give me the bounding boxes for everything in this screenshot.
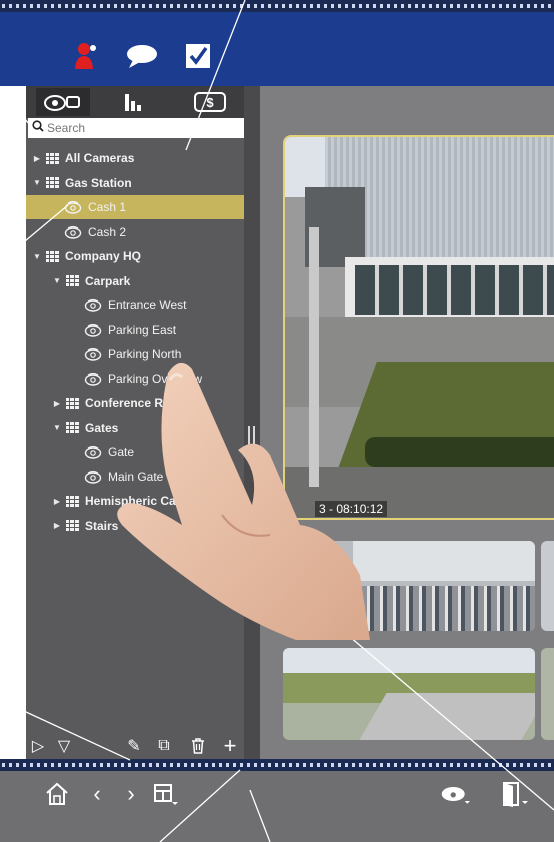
camera-icon xyxy=(84,372,102,386)
expand-button[interactable]: ▽ xyxy=(54,736,74,756)
duplicate-icon[interactable]: ⧉ xyxy=(154,736,174,756)
checkbox-icon[interactable] xyxy=(180,38,216,74)
collapsed-arrow-icon[interactable]: ▶ xyxy=(52,399,62,408)
grid-icon xyxy=(66,397,79,409)
search-input[interactable] xyxy=(47,121,227,135)
dollar-sign-icon[interactable]: $ xyxy=(192,88,228,116)
camera-icon xyxy=(84,323,102,337)
grid-icon xyxy=(66,275,79,286)
trash-icon[interactable] xyxy=(188,736,208,756)
panel-tabs: $ xyxy=(26,86,244,118)
tree-group[interactable]: ▶ Hemispheric Cameras xyxy=(26,489,244,513)
camera-icon xyxy=(64,225,82,239)
tree-group[interactable]: ▼ Gates xyxy=(26,416,244,440)
forward-button[interactable]: › xyxy=(116,779,146,809)
tree-group[interactable]: ▼ Gas Station xyxy=(26,171,244,195)
speech-bubble-icon[interactable] xyxy=(124,38,160,74)
video-thumbnail[interactable] xyxy=(283,541,535,631)
tree-item-label: Main Gate xyxy=(108,469,164,484)
svg-text:$: $ xyxy=(206,95,214,110)
tree-item-label: Parking East xyxy=(108,322,177,337)
tree-camera[interactable]: Gate xyxy=(26,440,244,464)
video-thumbnail[interactable] xyxy=(283,648,535,740)
camera-icon xyxy=(84,298,102,312)
tree-camera[interactable]: Entrance West xyxy=(26,293,244,317)
tree-item-label: Cash 1 xyxy=(88,200,127,214)
tree-group[interactable]: ▶ Stairs xyxy=(26,514,244,538)
grid-icon xyxy=(46,250,59,262)
tree-group[interactable]: ▼ Carpark xyxy=(26,269,244,293)
bottom-toolbar: ‹ › xyxy=(0,771,554,842)
tree-item-label: Parking North xyxy=(108,347,182,361)
bottom-film-strip xyxy=(0,759,554,771)
tree-item-label: Gas Station xyxy=(65,175,132,190)
grid-icon xyxy=(46,152,59,164)
tree-item-label: Parking Overview xyxy=(108,371,203,386)
home-icon[interactable] xyxy=(42,779,72,809)
tree-item-label: Cash 2 xyxy=(88,224,127,239)
bar-chart-icon[interactable] xyxy=(118,88,148,116)
tree-item-label: Entrance West xyxy=(108,298,187,312)
search-field[interactable] xyxy=(28,118,244,138)
tree-camera[interactable]: Main Gate xyxy=(26,465,244,489)
grid-icon xyxy=(66,495,79,507)
back-button[interactable]: ‹ xyxy=(82,779,112,809)
dome-camera-icon[interactable] xyxy=(440,779,470,809)
tree-camera[interactable]: Parking East xyxy=(26,318,244,342)
tree-camera[interactable]: Parking North xyxy=(26,342,244,366)
tree-group[interactable]: ▼ Company HQ xyxy=(26,244,244,268)
video-thumbnail[interactable] xyxy=(541,648,554,740)
tree-camera[interactable]: Parking Overview xyxy=(26,367,244,391)
grid-icon xyxy=(46,177,59,188)
tree-camera[interactable]: Cash 2 xyxy=(26,220,244,244)
camera-group-icon[interactable] xyxy=(36,88,90,116)
door-exit-icon[interactable] xyxy=(500,779,530,809)
collapsed-arrow-icon[interactable]: ▶ xyxy=(52,521,62,530)
tree-item-label: Hemispheric Cameras xyxy=(85,494,212,508)
collapsed-arrow-icon[interactable]: ▶ xyxy=(52,497,62,506)
tree-item-label: Stairs xyxy=(85,518,119,533)
camera-icon xyxy=(64,200,82,214)
camera-icon xyxy=(84,470,102,484)
expanded-arrow-icon[interactable]: ▼ xyxy=(52,423,62,432)
tree-item-label: All Cameras xyxy=(65,151,135,165)
tree-item-label: Gates xyxy=(85,420,119,435)
edit-icon[interactable]: ✎ xyxy=(124,736,144,756)
layout-icon[interactable] xyxy=(150,779,180,809)
user-alarm-icon[interactable] xyxy=(68,38,104,74)
collapsed-arrow-icon[interactable]: ▶ xyxy=(32,154,42,163)
tree-camera[interactable]: Cash 1 xyxy=(26,195,244,219)
expanded-arrow-icon[interactable]: ▼ xyxy=(52,276,62,285)
camera-icon xyxy=(84,445,102,459)
tree-item-label: Company HQ xyxy=(65,249,142,263)
grid-icon xyxy=(66,422,79,433)
panel-resize-handle[interactable] xyxy=(244,86,260,759)
camera-tree-panel: $ ▶ All Cameras ▼ Gas Station Cash 1 Cash 2 ▼ C… xyxy=(26,86,244,759)
expanded-arrow-icon[interactable]: ▼ xyxy=(32,178,42,187)
top-film-strip xyxy=(0,0,554,12)
tree-item-label: Gate xyxy=(108,445,135,459)
expanded-arrow-icon[interactable]: ▼ xyxy=(32,252,42,261)
tree-group[interactable]: ▶ Conference Room xyxy=(26,391,244,415)
camera-icon xyxy=(84,347,102,361)
tree-item-label: Carpark xyxy=(85,273,131,288)
tree-group[interactable]: ▶ All Cameras xyxy=(26,146,244,170)
search-icon xyxy=(32,119,44,137)
play-button[interactable]: ▷ xyxy=(28,736,48,756)
add-button[interactable]: + xyxy=(220,733,240,758)
video-timestamp: 3 - 08:10:12 xyxy=(315,501,388,517)
tree-item-label: Conference Room xyxy=(85,396,189,410)
panel-footer: ▷ ▽ ✎ ⧉ + xyxy=(26,732,244,759)
video-thumbnail[interactable] xyxy=(541,541,554,631)
grid-icon xyxy=(66,520,79,531)
header-bar xyxy=(0,12,554,86)
main-video-view[interactable]: 3 - 08:10:12 xyxy=(283,135,554,520)
